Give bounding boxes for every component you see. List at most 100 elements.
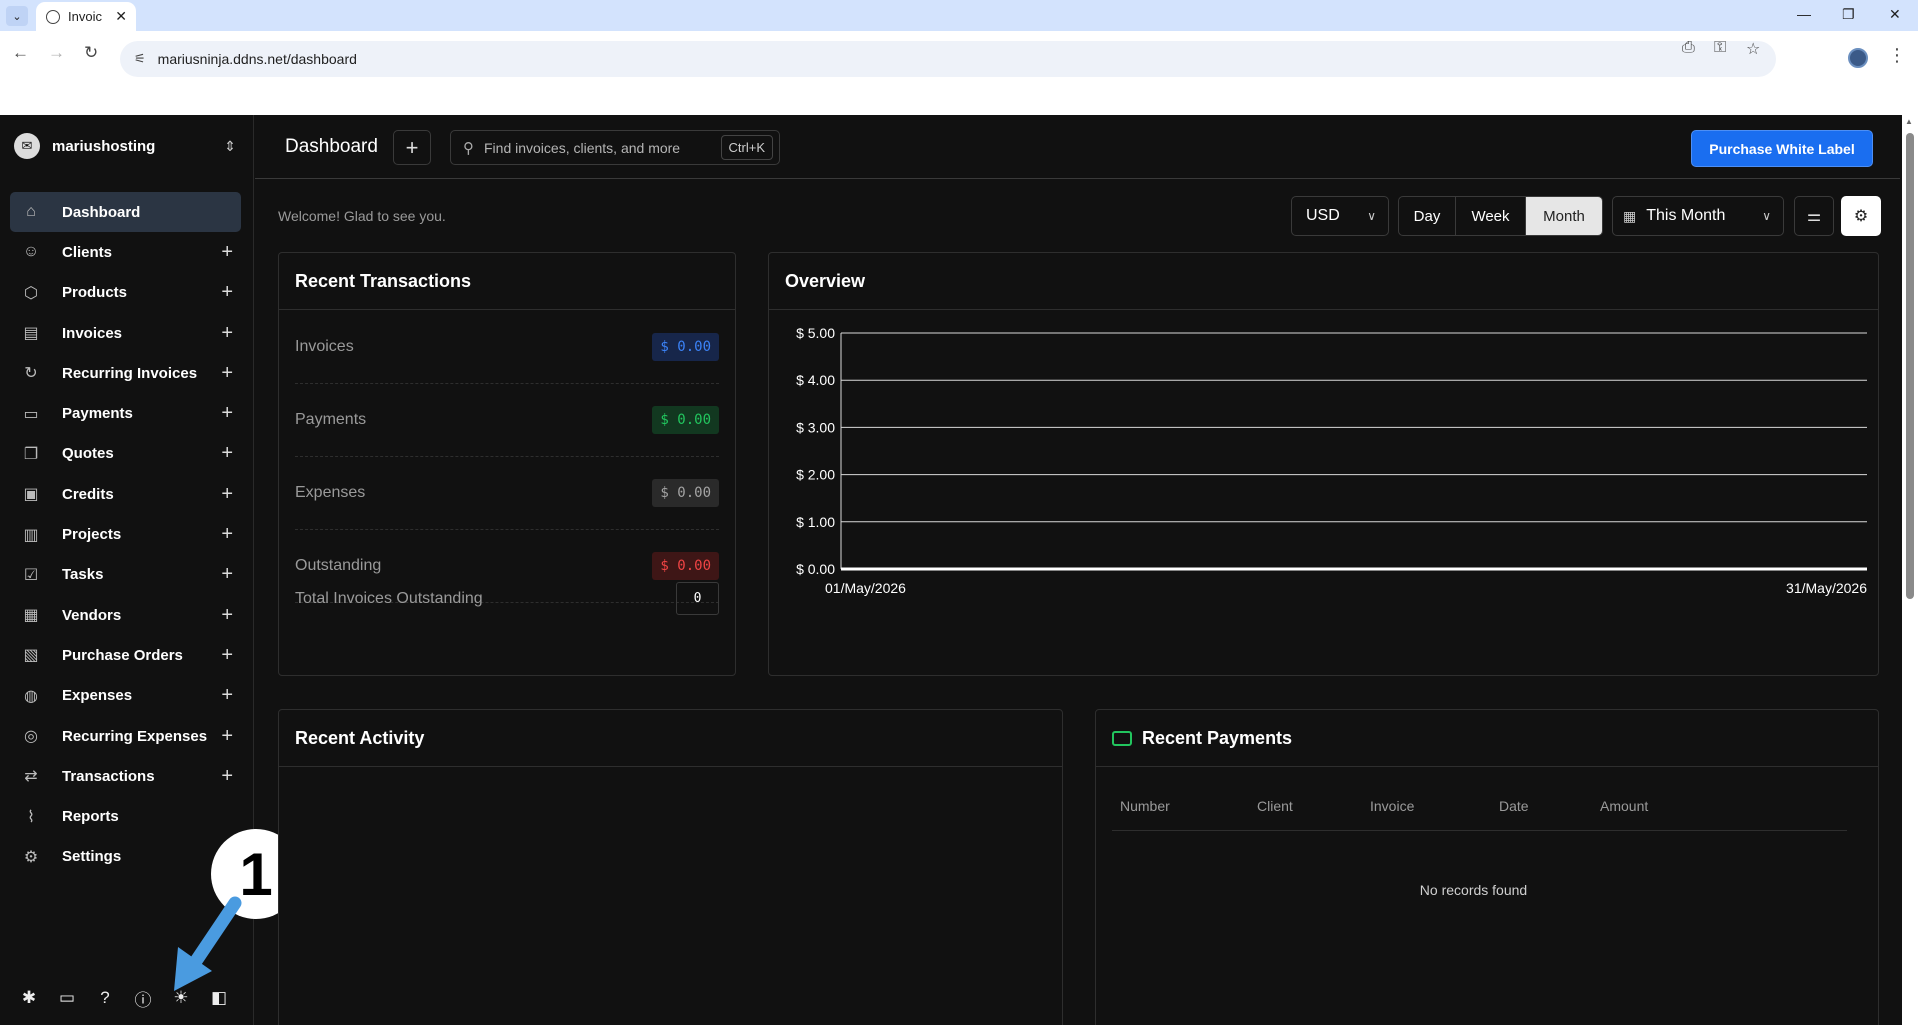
search-input[interactable]: ⚲ Find invoices, clients, and more Ctrl+… xyxy=(450,130,780,165)
search-icon: ⚲ xyxy=(463,139,474,157)
sidebar-item-label: Reports xyxy=(62,808,119,826)
column-header-date[interactable]: Date xyxy=(1499,798,1529,814)
sidebar-item-label: Transactions xyxy=(62,767,155,785)
bookmark-star-icon[interactable]: ☆ xyxy=(1746,39,1760,59)
sidebar-item-settings[interactable]: ⚙ Settings xyxy=(10,837,241,877)
plus-icon[interactable]: + xyxy=(221,241,233,264)
payments-table-header: Number Client Invoice Date Amount xyxy=(1112,798,1847,831)
sidebar-item-reports[interactable]: ⌇ Reports xyxy=(10,796,241,836)
purchase-white-label-button[interactable]: Purchase White Label xyxy=(1691,130,1873,167)
plus-icon[interactable]: + xyxy=(221,442,233,465)
column-header-client[interactable]: Client xyxy=(1257,798,1293,814)
transaction-row-invoices: Invoices $ 0.00 xyxy=(295,311,719,384)
filter-sliders-button[interactable]: ⚌ xyxy=(1794,196,1834,236)
date-range-value: This Month xyxy=(1646,207,1726,224)
y-tick-label: $ 1.00 xyxy=(796,514,835,530)
overview-card: Overview $ 0.00 $ 1.00 $ 2.00 $ 3.00 $ 4.00 $… xyxy=(768,252,1879,676)
sidebar-item-payments[interactable]: ▭ Payments + xyxy=(10,393,241,433)
close-window-icon[interactable]: ✕ xyxy=(1889,6,1901,23)
sidebar-item-label: Recurring Expenses xyxy=(62,727,208,745)
scrollbar-thumb[interactable] xyxy=(1906,133,1914,599)
plus-icon[interactable]: + xyxy=(221,362,233,385)
sidebar-item-quotes[interactable]: ❐ Quotes + xyxy=(10,434,241,474)
plus-icon[interactable]: + xyxy=(221,725,233,748)
column-header-number[interactable]: Number xyxy=(1120,798,1170,814)
address-bar[interactable]: ⚟ mariusninja.ddns.net/dashboard xyxy=(120,41,1776,77)
quick-add-button[interactable]: + xyxy=(393,130,431,165)
sidebar-nav: ⌂ Dashboard ☺ Clients + ⬡ Products + ▤ Invoices + ↻… xyxy=(10,192,241,877)
page-scrollbar[interactable]: ▲ xyxy=(1902,115,1918,1025)
sidebar-item-purchase-orders[interactable]: ▧ Purchase Orders + xyxy=(10,635,241,675)
briefcase-icon: ▥ xyxy=(23,526,39,544)
browser-tab[interactable]: Invoic ✕ xyxy=(36,2,136,31)
transaction-label: Expenses xyxy=(295,484,366,501)
plus-icon[interactable]: + xyxy=(221,765,233,788)
refresh-icon: ↻ xyxy=(24,365,38,383)
sidebar-item-transactions[interactable]: ⇄ Transactions + xyxy=(10,756,241,796)
plus-icon: + xyxy=(405,134,419,160)
y-tick-label: $ 2.00 xyxy=(796,467,835,483)
back-icon[interactable]: ← xyxy=(12,43,29,63)
plus-icon[interactable]: + xyxy=(221,483,233,506)
profile-avatar[interactable] xyxy=(1848,48,1868,68)
sidebar-item-credits[interactable]: ▣ Credits + xyxy=(10,474,241,514)
sidebar-item-label: Settings xyxy=(62,848,122,866)
help-icon[interactable]: ? xyxy=(94,987,116,1009)
plus-icon[interactable]: + xyxy=(221,322,233,345)
sidebar-item-dashboard[interactable]: ⌂ Dashboard xyxy=(10,192,241,233)
plus-icon[interactable]: + xyxy=(221,402,233,425)
slack-icon[interactable]: ✱ xyxy=(18,987,40,1009)
dashboard-settings-button[interactable]: ⚙ xyxy=(1841,196,1881,236)
info-icon[interactable]: ⓘ xyxy=(132,987,154,1010)
transaction-label: Payments xyxy=(295,411,367,428)
minimize-icon[interactable]: — xyxy=(1797,6,1811,22)
sidebar-item-clients[interactable]: ☺ Clients + xyxy=(10,232,241,272)
sidebar-item-vendors[interactable]: ▦ Vendors + xyxy=(10,595,241,635)
sidebar-item-recurring-invoices[interactable]: ↻ Recurring Invoices + xyxy=(10,353,241,393)
sidebar-item-tasks[interactable]: ☑ Tasks + xyxy=(10,555,241,595)
plus-icon[interactable]: + xyxy=(221,644,233,667)
browser-menu-icon[interactable]: ⋮ xyxy=(1888,45,1906,66)
password-key-icon[interactable]: ⚿ xyxy=(1714,39,1726,57)
sidebar-item-expenses[interactable]: ◍ Expenses + xyxy=(10,676,241,716)
clipboard-icon: ☑ xyxy=(23,566,39,584)
scroll-up-icon[interactable]: ▲ xyxy=(1905,117,1913,126)
chat-icon[interactable]: ▭ xyxy=(56,987,78,1009)
company-logo-icon: ✉ xyxy=(14,133,40,159)
tab-search-chevron-icon[interactable]: ⌄ xyxy=(6,6,28,26)
order-icon: ▧ xyxy=(23,647,39,665)
users-icon: ☺ xyxy=(22,243,40,261)
sidebar-item-projects[interactable]: ▥ Projects + xyxy=(10,514,241,554)
page-title: Dashboard xyxy=(285,136,378,157)
calendar-icon: ▦ xyxy=(1623,207,1637,224)
install-app-icon[interactable]: ⎙ xyxy=(1682,39,1695,57)
recent-activity-card: Recent Activity xyxy=(278,709,1063,1025)
sidebar-item-invoices[interactable]: ▤ Invoices + xyxy=(10,313,241,353)
sidebar-item-label: Projects xyxy=(62,526,122,544)
column-header-amount[interactable]: Amount xyxy=(1600,798,1648,814)
period-week-button[interactable]: Week xyxy=(1456,197,1526,235)
restore-icon[interactable]: ❐ xyxy=(1842,6,1855,23)
plus-icon[interactable]: + xyxy=(221,563,233,586)
forward-icon[interactable]: → xyxy=(48,43,65,63)
column-header-invoice[interactable]: Invoice xyxy=(1370,798,1414,814)
date-range-select[interactable]: ▦ This Month ∨ xyxy=(1612,196,1784,236)
home-icon: ⌂ xyxy=(26,203,36,221)
plus-icon[interactable]: + xyxy=(221,281,233,304)
sidebar-item-recurring-expenses[interactable]: ◎ Recurring Expenses + xyxy=(10,716,241,756)
currency-select[interactable]: USD ∨ xyxy=(1291,196,1389,236)
sidebar-item-label: Payments xyxy=(62,405,133,423)
company-switcher[interactable]: ✉ mariushosting ⇕ xyxy=(14,131,236,161)
period-month-button[interactable]: Month xyxy=(1526,197,1602,235)
period-day-button[interactable]: Day xyxy=(1399,197,1456,235)
sidebar-item-label: Vendors xyxy=(62,606,122,624)
transaction-label: Invoices xyxy=(295,338,354,355)
plus-icon[interactable]: + xyxy=(221,523,233,546)
close-tab-icon[interactable]: ✕ xyxy=(115,8,127,25)
sidebar-item-products[interactable]: ⬡ Products + xyxy=(10,273,241,313)
plus-icon[interactable]: + xyxy=(221,604,233,627)
site-settings-icon[interactable]: ⚟ xyxy=(134,51,146,67)
x-tick-label: 31/May/2026 xyxy=(1786,580,1867,596)
plus-icon[interactable]: + xyxy=(221,684,233,707)
reload-icon[interactable]: ↻ xyxy=(84,43,98,63)
